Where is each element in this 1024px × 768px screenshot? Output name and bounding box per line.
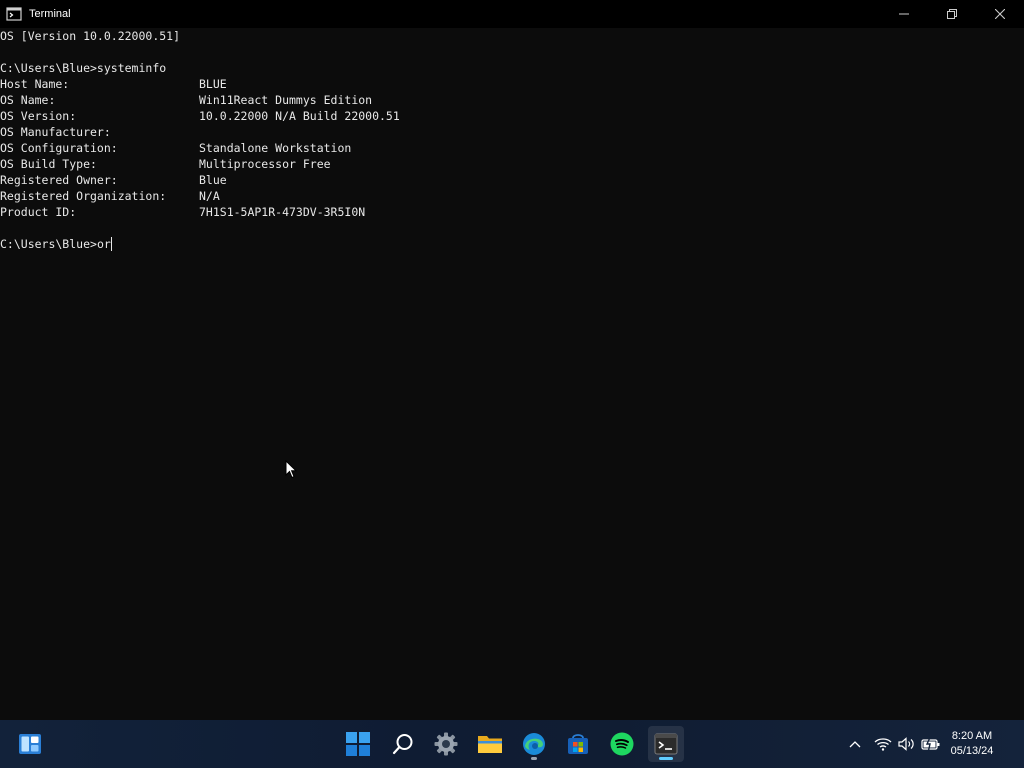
clock-time: 8:20 AM — [951, 730, 993, 742]
taskbar: 8:20 AM 05/13/24 — [0, 720, 1024, 768]
widgets-button[interactable] — [12, 726, 48, 762]
battery-button[interactable] — [921, 734, 941, 754]
title-bar[interactable]: Terminal — [0, 0, 1024, 28]
restore-icon — [947, 9, 957, 19]
search-button[interactable] — [385, 726, 421, 762]
info-value: 7H1S1-5AP1R-473DV-3R5I0N — [199, 205, 366, 219]
close-button[interactable] — [976, 0, 1024, 28]
settings-button[interactable] — [428, 726, 464, 762]
clock-date: 05/13/24 — [950, 745, 994, 757]
start-button[interactable] — [340, 726, 376, 762]
minimize-icon — [899, 13, 909, 15]
info-key: Registered Owner: — [0, 173, 118, 187]
minimize-button[interactable] — [880, 0, 928, 28]
info-row: Registered Organization: N/A — [0, 188, 1024, 204]
network-button[interactable] — [873, 734, 893, 754]
battery-charging-icon — [921, 737, 940, 751]
prompt: C:\Users\Blue> — [0, 237, 97, 251]
info-key: OS Version: — [0, 109, 77, 123]
info-row: Host Name: BLUE — [0, 76, 1024, 92]
terminal-output[interactable]: OS [Version 10.0.22000.51] C:\Users\Blue… — [0, 28, 1024, 720]
search-icon — [392, 734, 413, 755]
active-indicator — [659, 757, 673, 760]
info-key: OS Manufacturer: — [0, 125, 111, 139]
store-icon — [568, 734, 588, 754]
info-value: Win11React Dummys Edition — [199, 93, 373, 107]
info-row: OS Name: Win11React Dummys Edition — [0, 92, 1024, 108]
info-key: Registered Organization: — [0, 189, 167, 203]
running-indicator — [531, 757, 537, 760]
info-value: 10.0.22000 N/A Build 22000.51 — [199, 109, 400, 123]
store-button[interactable] — [560, 726, 596, 762]
widgets-icon — [19, 734, 41, 754]
prompt-line[interactable]: C:\Users\Blue>or — [0, 236, 1024, 252]
version-line: OS [Version 10.0.22000.51] — [0, 29, 181, 43]
edge-button[interactable] — [516, 726, 552, 762]
info-row: OS Configuration: Standalone Workstation — [0, 140, 1024, 156]
edge-icon — [523, 733, 545, 755]
info-key: OS Name: — [0, 93, 56, 107]
info-row: OS Version: 10.0.22000 N/A Build 22000.51 — [0, 108, 1024, 124]
close-icon — [995, 9, 1005, 19]
info-value: N/A — [199, 189, 220, 203]
file-explorer-button[interactable] — [472, 726, 508, 762]
info-row: OS Manufacturer: — [0, 124, 1024, 140]
show-hidden-icons-button[interactable] — [845, 734, 865, 754]
volume-button[interactable] — [897, 734, 917, 754]
terminal-app-icon — [6, 6, 22, 22]
info-key: Product ID: — [0, 205, 77, 219]
window-title: Terminal — [29, 8, 71, 20]
command-input[interactable]: or — [97, 237, 111, 251]
info-value: BLUE — [199, 77, 227, 91]
maximize-button[interactable] — [928, 0, 976, 28]
info-value: Multiprocessor Free — [199, 157, 331, 171]
info-value: Blue — [199, 173, 227, 187]
speaker-icon — [898, 737, 914, 751]
info-key: Host Name: — [0, 77, 70, 91]
start-icon — [346, 732, 370, 756]
spotify-icon — [610, 732, 634, 756]
info-row: Product ID: 7H1S1-5AP1R-473DV-3R5I0N — [0, 204, 1024, 220]
wifi-icon — [874, 738, 892, 751]
info-row: OS Build Type: Multiprocessor Free — [0, 156, 1024, 172]
text-caret — [110, 237, 112, 251]
info-value: Standalone Workstation — [199, 141, 352, 155]
chevron-up-icon — [849, 741, 861, 748]
terminal-button[interactable] — [648, 726, 684, 762]
command-line: C:\Users\Blue>systeminfo — [0, 61, 167, 75]
info-row: Registered Owner: Blue — [0, 172, 1024, 188]
taskbar-clock[interactable]: 8:20 AM 05/13/24 — [942, 729, 1002, 759]
info-key: OS Build Type: — [0, 157, 97, 171]
mouse-cursor-icon — [285, 459, 298, 484]
spotify-button[interactable] — [604, 726, 640, 762]
settings-icon — [434, 732, 458, 756]
info-key: OS Configuration: — [0, 141, 118, 155]
file-explorer-icon — [478, 736, 502, 753]
window-controls — [880, 0, 1024, 28]
terminal-icon — [654, 733, 678, 755]
